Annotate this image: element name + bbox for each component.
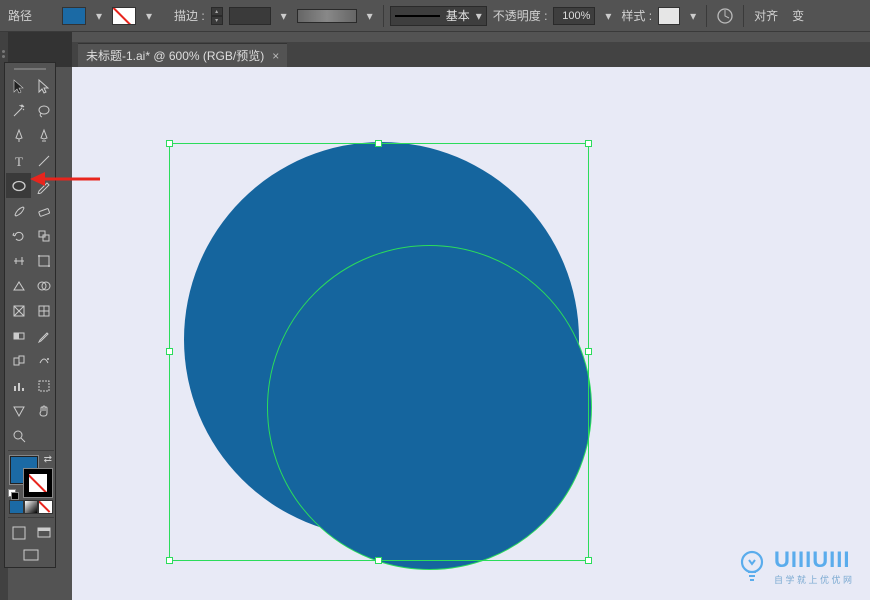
color-mode-row <box>6 499 56 515</box>
color-mode-solid[interactable] <box>9 500 24 514</box>
watermark-brand: UIIIUIII <box>774 547 852 573</box>
line-tool[interactable] <box>31 148 56 173</box>
brush-profile-label: 基本 <box>446 7 470 24</box>
magic-wand-tool[interactable] <box>6 98 31 123</box>
stroke-color-swatch[interactable] <box>24 469 52 497</box>
stroke-weight-input[interactable] <box>229 7 271 25</box>
ellipse-tool[interactable] <box>6 173 31 198</box>
selection-mode-label: 路径 <box>8 7 32 24</box>
lasso-tool[interactable] <box>31 98 56 123</box>
opacity-label: 不透明度 : <box>493 7 548 24</box>
resize-handle-tl[interactable] <box>166 140 173 147</box>
width-tool[interactable] <box>6 248 31 273</box>
resize-handle-mr[interactable] <box>585 348 592 355</box>
fill-swatch[interactable] <box>62 7 86 25</box>
stroke-weight-stepper[interactable]: ▴▾ <box>211 7 223 25</box>
resize-handle-tm[interactable] <box>375 140 382 147</box>
resize-handle-bm[interactable] <box>375 557 382 564</box>
panel-grip[interactable] <box>6 65 54 73</box>
chevron-down-icon[interactable]: ▾ <box>142 7 156 25</box>
var-width-profile[interactable] <box>297 9 357 23</box>
perspective-tool[interactable] <box>6 298 31 323</box>
lightbulb-icon <box>738 550 766 584</box>
gradient-tool[interactable] <box>6 323 31 348</box>
screen-mode-button[interactable] <box>31 520 56 545</box>
stroke-swatch-none[interactable] <box>112 7 136 25</box>
toolbox-separator <box>8 517 54 518</box>
symbol-tool[interactable] <box>31 348 56 373</box>
blend-tool[interactable] <box>6 348 31 373</box>
chevron-down-icon[interactable]: ▾ <box>686 7 700 25</box>
swap-fill-stroke-icon[interactable]: ⇄ <box>44 454 52 465</box>
resize-handle-ml[interactable] <box>166 348 173 355</box>
chevron-down-icon[interactable]: ▾ <box>363 7 377 25</box>
document-tab[interactable]: 未标题-1.ai* @ 600% (RGB/预览) × <box>78 43 287 67</box>
column-graph-tool[interactable] <box>6 373 31 398</box>
direct-select-tool[interactable] <box>31 73 56 98</box>
separator <box>706 5 707 27</box>
toolbox-separator <box>8 450 54 451</box>
separator <box>383 5 384 27</box>
default-fillstroke-icon[interactable] <box>11 492 19 500</box>
dock-grip-icon[interactable] <box>2 50 5 53</box>
fill-stroke-control[interactable]: ⇄ <box>6 453 56 499</box>
svg-text:T: T <box>15 154 23 169</box>
hand-tool[interactable] <box>31 398 56 423</box>
chevron-down-icon[interactable]: ▾ <box>601 7 615 25</box>
resize-handle-br[interactable] <box>585 557 592 564</box>
toolbox-panel: ⇄ T <box>4 62 56 568</box>
artboard-background[interactable]: UIIIUIII 自 学 就 上 优 优 网 <box>72 67 870 600</box>
zoom-tool[interactable] <box>6 423 31 448</box>
stroke-label: 描边 : <box>174 7 205 24</box>
control-bar: 路径 ▾ ▾ 描边 : ▴▾ ▾ ▾ 基本 ▾ 不透明度 : 100% ▾ 样式… <box>0 0 870 32</box>
curve-tool[interactable] <box>31 123 56 148</box>
pencil-tool[interactable] <box>31 173 56 198</box>
eyedropper-tool[interactable] <box>31 323 56 348</box>
opacity-value[interactable]: 100% <box>553 7 595 25</box>
resize-handle-bl[interactable] <box>166 557 173 564</box>
chevron-down-icon[interactable]: ▾ <box>277 7 291 25</box>
selection-bounding-box[interactable] <box>169 143 589 561</box>
shaper-tool[interactable] <box>6 273 31 298</box>
resize-handle-tr[interactable] <box>585 140 592 147</box>
brush-definition[interactable]: 基本 ▾ <box>390 6 487 26</box>
color-mode-gradient[interactable] <box>24 500 39 514</box>
graphic-style-swatch[interactable] <box>658 7 680 25</box>
color-mode-none[interactable] <box>38 500 53 514</box>
draw-mode-button[interactable] <box>6 520 31 545</box>
separator <box>743 5 744 27</box>
document-tab-title: 未标题-1.ai* @ 600% (RGB/预览) <box>86 47 264 64</box>
rotate-tool[interactable] <box>6 223 31 248</box>
chevron-down-icon[interactable]: ▾ <box>92 7 106 25</box>
selection-tool[interactable] <box>6 73 31 98</box>
watermark-tagline: 自 学 就 上 优 优 网 <box>774 573 852 586</box>
scale-tool[interactable] <box>31 223 56 248</box>
slice-tool[interactable] <box>6 398 31 423</box>
mesh-tool[interactable] <box>31 298 56 323</box>
document-tab-bar: 未标题-1.ai* @ 600% (RGB/预览) × <box>72 42 870 67</box>
pen-tool[interactable] <box>6 123 31 148</box>
shape-builder-tool[interactable] <box>31 273 56 298</box>
brush-tool[interactable] <box>6 198 31 223</box>
type-tool[interactable]: T <box>6 148 31 173</box>
watermark: UIIIUIII 自 学 就 上 优 优 网 <box>738 547 852 586</box>
canvas-viewport: UIIIUIII 自 学 就 上 优 优 网 <box>72 67 870 600</box>
artboard-tool[interactable] <box>31 373 56 398</box>
align-button[interactable]: 对齐 <box>750 7 782 24</box>
free-trans-tool[interactable] <box>31 248 56 273</box>
brush-line-icon <box>395 15 440 17</box>
screen-mode-dropdown[interactable] <box>6 545 56 565</box>
close-icon[interactable]: × <box>272 49 279 63</box>
style-label: 样式 : <box>621 7 652 24</box>
recolor-icon[interactable] <box>713 4 737 28</box>
transform-button[interactable]: 变 <box>788 7 808 24</box>
eraser-tool[interactable] <box>31 198 56 223</box>
